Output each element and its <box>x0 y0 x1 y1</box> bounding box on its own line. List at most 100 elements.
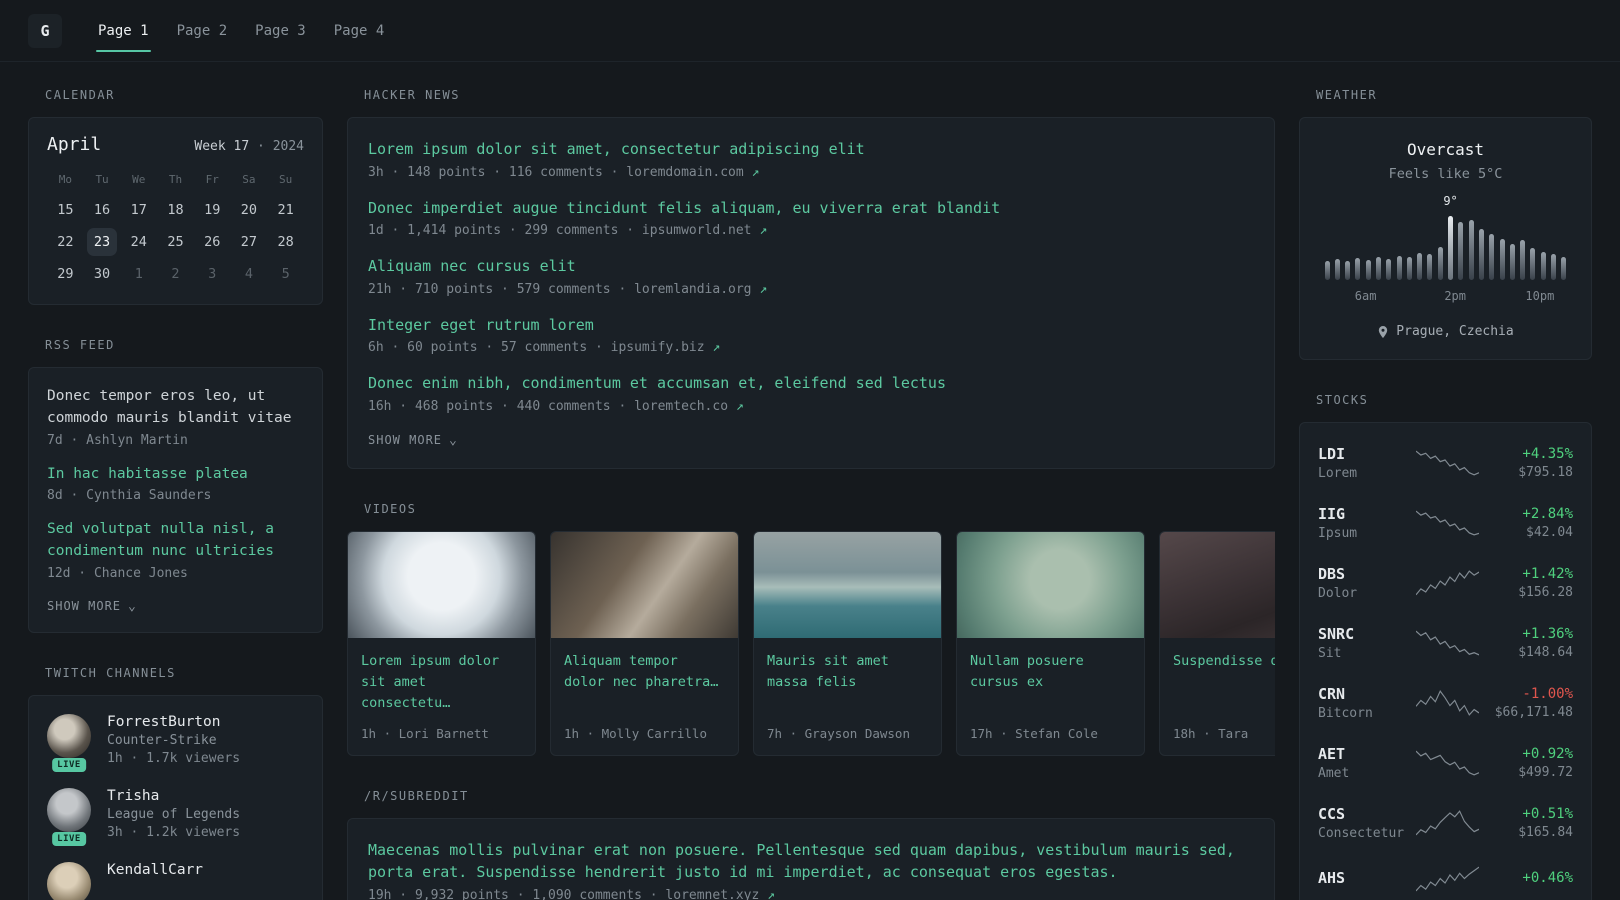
twitch-channel-row[interactable]: LIVE ForrestBurton Counter-Strike 1h · 1… <box>47 714 304 773</box>
video-thumbnail[interactable] <box>551 532 738 638</box>
hn-item: Integer eget rutrum lorem 6h · 60 points… <box>368 314 1254 356</box>
calendar-month: April <box>47 134 102 155</box>
tab-page-4[interactable]: Page 4 <box>320 0 399 61</box>
stock-sparkline <box>1415 809 1480 837</box>
weather-bar <box>1365 212 1371 280</box>
hn-show-more-button[interactable]: SHOW MORE ⌄ <box>368 433 458 448</box>
stock-row[interactable]: IIG Ipsum +2.84% $42.04 <box>1318 493 1573 553</box>
video-thumbnail[interactable] <box>754 532 941 638</box>
stock-symbol[interactable]: CRN <box>1318 685 1406 703</box>
channel-game: League of Legends <box>107 807 241 823</box>
left-column: CALENDAR April Week 17 · 2024 Mo Tu We T… <box>28 88 323 900</box>
stock-name: Amet <box>1318 766 1350 781</box>
stock-symbol[interactable]: AET <box>1318 745 1406 763</box>
stock-values: +4.35% $795.18 <box>1489 446 1573 480</box>
stock-symbol[interactable]: IIG <box>1318 505 1406 523</box>
external-link-icon[interactable]: ↗ <box>767 888 775 900</box>
rss-item: Donec tempor eros leo, ut commodo mauris… <box>47 386 304 448</box>
video-thumbnail[interactable] <box>348 532 535 638</box>
video-card[interactable]: Nullam posuere cursus ex 17h · Stefan Co… <box>956 531 1145 756</box>
weather-time-label: 10pm <box>1525 289 1555 303</box>
reddit-post: Maecenas mollis pulvinar erat non posuer… <box>368 839 1254 900</box>
video-card[interactable]: Lorem ipsum dolor sit amet consectetu… 1… <box>347 531 536 756</box>
avatar-wrap: LIVE <box>47 788 91 847</box>
chevron-down-icon: ⌄ <box>449 432 458 448</box>
hn-item-title[interactable]: Donec enim nibh, condimentum et accumsan… <box>368 372 1254 395</box>
video-thumbnail[interactable] <box>957 532 1144 638</box>
video-title[interactable]: Aliquam tempor dolor nec pharetra… <box>564 651 725 693</box>
weather-bar <box>1499 212 1505 280</box>
video-title[interactable]: Mauris sit amet massa felis <box>767 651 928 693</box>
stock-sparkline <box>1415 449 1480 477</box>
stock-values: -1.00% $66,171.48 <box>1489 686 1573 720</box>
stocks-section-title: STOCKS <box>1316 393 1369 407</box>
channel-name[interactable]: KendallCarr <box>107 862 203 878</box>
reddit-post-title[interactable]: Maecenas mollis pulvinar erat non posuer… <box>368 839 1254 884</box>
stock-row[interactable]: SNRC Sit +1.36% $148.64 <box>1318 613 1573 673</box>
twitch-channel-row[interactable]: LIVE Trisha League of Legends 3h · 1.2k … <box>47 788 304 847</box>
stock-symbol[interactable]: SNRC <box>1318 625 1406 643</box>
rss-show-more-button[interactable]: SHOW MORE ⌄ <box>47 599 137 614</box>
stock-row[interactable]: AET Amet +0.92% $499.72 <box>1318 733 1573 793</box>
tab-page-1[interactable]: Page 1 <box>84 0 163 61</box>
calendar-day: 25 <box>167 234 184 250</box>
stock-symbol[interactable]: LDI <box>1318 445 1406 463</box>
hn-item: Aliquam nec cursus elit 21h · 710 points… <box>368 255 1254 297</box>
stock-name: Dolor <box>1318 586 1358 601</box>
video-card[interactable]: Mauris sit amet massa felis 7h · Grayson… <box>753 531 942 756</box>
tab-page-2[interactable]: Page 2 <box>163 0 242 61</box>
video-meta: 7h · Grayson Dawson <box>767 725 910 741</box>
stocks-section: STOCKS LDI Lorem +4.35% $795.18 IIG Ipsu… <box>1299 393 1592 900</box>
external-link-icon[interactable]: ↗ <box>759 282 767 297</box>
external-link-icon[interactable]: ↗ <box>736 399 744 414</box>
calendar-grid: Mo Tu We Th Fr Sa Su 15 16 17 18 19 20 2… <box>47 167 304 288</box>
hn-item-meta: 3h · 148 points · 116 comments · loremdo… <box>368 165 1254 180</box>
channel-name[interactable]: Trisha <box>107 788 240 804</box>
external-link-icon[interactable]: ↗ <box>752 165 760 180</box>
video-meta: 1h · Lori Barnett <box>361 725 489 741</box>
rss-widget: Donec tempor eros leo, ut commodo mauris… <box>28 367 323 634</box>
channel-name[interactable]: ForrestBurton <box>107 714 240 730</box>
stock-symbol[interactable]: DBS <box>1318 565 1406 583</box>
reddit-post-meta: 19h · 9,932 points · 1,090 comments · lo… <box>368 888 1254 900</box>
stock-symbol[interactable]: AHS <box>1318 869 1406 887</box>
calendar-day: 22 <box>57 234 74 250</box>
twitch-channel-row[interactable]: KendallCarr <box>47 862 304 900</box>
stock-row[interactable]: DBS Dolor +1.42% $156.28 <box>1318 553 1573 613</box>
stock-row[interactable]: CRN Bitcorn -1.00% $66,171.48 <box>1318 673 1573 733</box>
reddit-section: /R/SUBREDDIT Maecenas mollis pulvinar er… <box>347 789 1275 900</box>
video-card[interactable]: Suspendisse diam 18h · Tara <box>1159 531 1275 756</box>
rss-item-title[interactable]: Donec tempor eros leo, ut commodo mauris… <box>47 386 304 430</box>
rss-item-title[interactable]: Sed volutpat nulla nisl, a condimentum n… <box>47 519 304 563</box>
external-link-icon[interactable]: ↗ <box>712 340 720 355</box>
rss-item-title[interactable]: In hac habitasse platea <box>47 464 304 486</box>
app-logo[interactable]: G <box>28 13 62 48</box>
stock-change: +1.42% <box>1522 566 1573 582</box>
hn-item-title[interactable]: Aliquam nec cursus elit <box>368 255 1254 278</box>
weather-bar <box>1355 212 1361 280</box>
video-thumbnail[interactable] <box>1160 532 1275 638</box>
video-title[interactable]: Lorem ipsum dolor sit amet consectetu… <box>361 651 522 714</box>
stock-row[interactable]: AHS +0.46% <box>1318 853 1573 900</box>
stock-info: LDI Lorem <box>1318 445 1406 481</box>
video-title[interactable]: Suspendisse diam <box>1173 651 1275 672</box>
video-card[interactable]: Aliquam tempor dolor nec pharetra… 1h · … <box>550 531 739 756</box>
stock-symbol[interactable]: CCS <box>1318 805 1406 823</box>
calendar-day: 26 <box>204 234 221 250</box>
tab-page-3[interactable]: Page 3 <box>241 0 320 61</box>
external-link-icon[interactable]: ↗ <box>759 223 767 238</box>
weather-chart: 9° <box>1324 194 1567 280</box>
calendar-day-next-month: 1 <box>134 266 143 282</box>
videos-row: Lorem ipsum dolor sit amet consectetu… 1… <box>347 531 1275 756</box>
stock-row[interactable]: CCS Consectetur +0.51% $165.84 <box>1318 793 1573 853</box>
hn-item-title[interactable]: Donec imperdiet augue tincidunt felis al… <box>368 197 1254 220</box>
stock-row[interactable]: LDI Lorem +4.35% $795.18 <box>1318 433 1573 493</box>
hn-item-meta: 21h · 710 points · 579 comments · loreml… <box>368 282 1254 297</box>
weather-location: Prague, Czechia <box>1396 324 1514 339</box>
video-title[interactable]: Nullam posuere cursus ex <box>970 651 1131 693</box>
weekday-label: Tu <box>95 173 109 186</box>
live-badge: LIVE <box>52 832 86 847</box>
hn-item-title[interactable]: Lorem ipsum dolor sit amet, consectetur … <box>368 138 1254 161</box>
weather-bar <box>1458 212 1464 280</box>
hn-item-title[interactable]: Integer eget rutrum lorem <box>368 314 1254 337</box>
